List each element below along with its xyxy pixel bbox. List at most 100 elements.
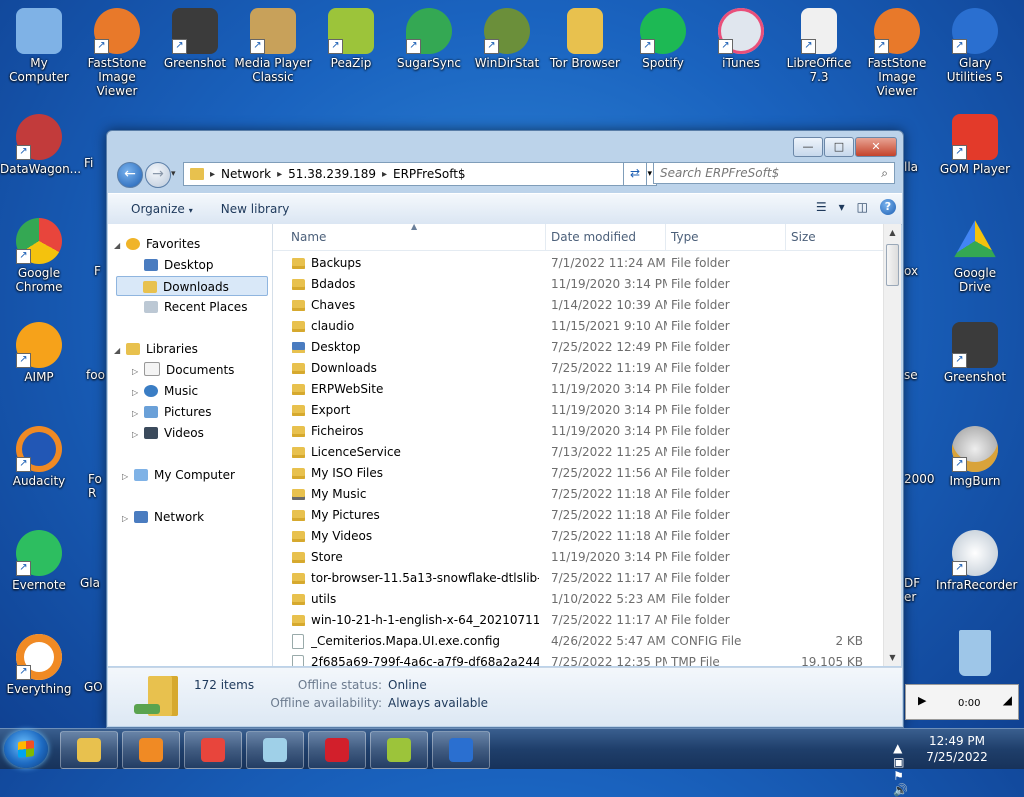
table-row[interactable]: 2f685a69-799f-4a6c-a7f9-df68a2a24457.t..… bbox=[273, 652, 883, 666]
change-view-button[interactable]: ☰ bbox=[816, 200, 827, 214]
search-input[interactable]: Search ERPFreSoft$ ⌕ bbox=[653, 162, 895, 184]
address-bar[interactable]: ▸ Network ▸ 51.38.239.189 ▸ ERPFreSoft$ … bbox=[183, 162, 657, 186]
desktop-icon-imgburn[interactable]: ↗ ImgBurn bbox=[936, 426, 1014, 488]
table-row[interactable]: Bdados 11/19/2020 3:14 PM File folder bbox=[273, 274, 883, 295]
taskbar-button-chrome[interactable] bbox=[184, 731, 242, 769]
table-row[interactable]: _Cemiterios.Mapa.UI.exe.config 4/26/2022 … bbox=[273, 631, 883, 652]
taskbar-button-glary[interactable] bbox=[432, 731, 490, 769]
desktop-icon-windirstat[interactable]: ↗ WinDirStat bbox=[468, 8, 546, 70]
desktop-icon-infrarecorder[interactable]: ↗ InfraRecorder bbox=[936, 530, 1017, 592]
nav-downloads[interactable]: Downloads bbox=[116, 276, 268, 296]
desktop-icon-sugarsync[interactable]: ↗ SugarSync bbox=[390, 8, 468, 70]
nav-network[interactable]: ▷ Network bbox=[122, 507, 204, 527]
nav-videos[interactable]: ▷ Videos bbox=[132, 423, 204, 443]
help-button[interactable]: ? bbox=[880, 199, 896, 215]
desktop-icon-evernote[interactable]: ↗ Evernote bbox=[0, 530, 78, 592]
desktop-icon-glary-utilities[interactable]: ↗ Glary Utilities 5 bbox=[936, 8, 1014, 84]
nav-music[interactable]: ▷ Music bbox=[132, 381, 198, 401]
taskbar-button-explorer[interactable] bbox=[60, 731, 118, 769]
desktop-icon-google-chrome[interactable]: ↗ Google Chrome bbox=[0, 218, 78, 294]
maximize-button[interactable]: □ bbox=[824, 137, 854, 157]
breadcrumb-share[interactable]: ERPFreSoft$ bbox=[393, 167, 466, 181]
table-row[interactable]: Downloads 7/25/2022 11:19 AM File folder bbox=[273, 358, 883, 379]
desktop-icon-datawagon[interactable]: ↗ DataWagon... bbox=[0, 114, 81, 176]
desktop-icon-audacity[interactable]: ↗ Audacity bbox=[0, 426, 78, 488]
desktop-icon-google-drive[interactable]: Google Drive bbox=[936, 218, 1014, 294]
table-row[interactable]: LicenceService 7/13/2022 11:25 AM File fol… bbox=[273, 442, 883, 463]
preview-pane-button[interactable]: ◫ bbox=[857, 200, 868, 214]
desktop-icon-aimp[interactable]: ↗ AIMP bbox=[0, 322, 78, 384]
desktop-icon-my-computer[interactable]: My Computer bbox=[0, 8, 78, 84]
desktop-icon-itunes[interactable]: ↗ iTunes bbox=[702, 8, 780, 70]
breadcrumb-network[interactable]: Network bbox=[221, 167, 271, 181]
play-icon[interactable]: ▶ bbox=[918, 694, 926, 707]
desktop-icon-faststone[interactable]: ↗ FastStone Image Viewer bbox=[78, 8, 156, 98]
column-divider[interactable] bbox=[545, 224, 546, 250]
column-name[interactable]: Name bbox=[291, 230, 326, 244]
desktop-icon-greenshot[interactable]: ↗ Greenshot bbox=[156, 8, 234, 70]
column-type[interactable]: Type bbox=[671, 230, 699, 244]
desktop-icon-faststone-2[interactable]: ↗ FastStone Image Viewer bbox=[858, 8, 936, 98]
nav-recent-places[interactable]: Recent Places bbox=[144, 297, 247, 317]
nav-favorites[interactable]: ◢ Favorites bbox=[114, 234, 200, 254]
table-row[interactable]: Backups 7/1/2022 11:24 AM File folder bbox=[273, 253, 883, 274]
minimize-button[interactable]: — bbox=[793, 137, 823, 157]
table-row[interactable]: win-10-21-h-1-english-x-64_20210711 7/25/… bbox=[273, 610, 883, 631]
table-row[interactable]: Ficheiros 11/19/2020 3:14 PM File folder bbox=[273, 421, 883, 442]
table-row[interactable]: My Videos 7/25/2022 11:18 AM File folder bbox=[273, 526, 883, 547]
table-row[interactable]: claudio 11/15/2021 9:10 AM File folder bbox=[273, 316, 883, 337]
desktop-icon-greenshot-2[interactable]: ↗ Greenshot bbox=[936, 322, 1014, 384]
table-row[interactable]: My Music 7/25/2022 11:18 AM File folder bbox=[273, 484, 883, 505]
nav-desktop[interactable]: Desktop bbox=[144, 255, 214, 275]
table-row[interactable]: Desktop 7/25/2022 12:49 PM File folder bbox=[273, 337, 883, 358]
vertical-scrollbar[interactable]: ▲ ▼ bbox=[883, 224, 901, 666]
desktop-icon-spotify[interactable]: ↗ Spotify bbox=[624, 8, 702, 70]
desktop-icon-media-player-classic[interactable]: ↗ Media Player Classic bbox=[234, 8, 312, 84]
nav-pictures[interactable]: ▷ Pictures bbox=[132, 402, 212, 422]
column-size[interactable]: Size bbox=[791, 230, 816, 244]
address-dropdown[interactable]: ▾ bbox=[647, 169, 652, 179]
expand-arrow-icon[interactable]: ▷ bbox=[132, 362, 142, 382]
desktop-icon-everything[interactable]: ↗ Everything bbox=[0, 634, 78, 696]
table-row[interactable]: My Pictures 7/25/2022 11:18 AM File folder bbox=[273, 505, 883, 526]
expand-arrow-icon[interactable]: ▷ bbox=[132, 425, 142, 445]
column-divider[interactable] bbox=[665, 224, 666, 250]
taskbar-button-media-player[interactable] bbox=[122, 731, 180, 769]
column-date-modified[interactable]: Date modified bbox=[551, 230, 636, 244]
scroll-down-arrow[interactable]: ▼ bbox=[884, 649, 901, 666]
search-icon[interactable]: ⌕ bbox=[881, 163, 888, 184]
expand-arrow-icon[interactable]: ▷ bbox=[122, 509, 132, 529]
expand-arrow-icon[interactable]: ▷ bbox=[132, 404, 142, 424]
breadcrumb-server[interactable]: 51.38.239.189 bbox=[288, 167, 376, 181]
table-row[interactable]: tor-browser-11.5a13-snowflake-dtlslib-2.… bbox=[273, 568, 883, 589]
breadcrumb-separator[interactable]: ▸ bbox=[382, 169, 387, 180]
expand-arrow-icon[interactable]: ▷ bbox=[122, 467, 132, 487]
nav-my-computer[interactable]: ▷ My Computer bbox=[122, 465, 235, 485]
view-options-dropdown[interactable]: ▾ bbox=[839, 200, 845, 214]
desktop-icon-gom-player[interactable]: ↗ GOM Player bbox=[936, 114, 1014, 176]
new-library-button[interactable]: New library bbox=[221, 202, 290, 216]
desktop-icon-libreoffice[interactable]: ↗ LibreOffice 7.3 bbox=[780, 8, 858, 84]
column-divider[interactable] bbox=[785, 224, 786, 250]
refresh-button[interactable]: ⇄ bbox=[623, 162, 647, 186]
volume-icon[interactable]: ◢ bbox=[1003, 693, 1012, 707]
breadcrumb-separator[interactable]: ▸ bbox=[277, 169, 282, 180]
nav-documents[interactable]: ▷ Documents bbox=[132, 360, 234, 380]
expand-arrow-icon[interactable]: ▷ bbox=[132, 383, 142, 403]
table-row[interactable]: ERPWebSite 11/19/2020 3:14 PM File folder bbox=[273, 379, 883, 400]
start-button[interactable] bbox=[4, 730, 48, 768]
collapse-arrow-icon[interactable]: ◢ bbox=[114, 236, 124, 256]
recent-pages-dropdown[interactable]: ▾ bbox=[171, 169, 176, 179]
collapse-arrow-icon[interactable]: ◢ bbox=[114, 341, 124, 361]
table-row[interactable]: utils 1/10/2022 5:23 AM File folder bbox=[273, 589, 883, 610]
taskbar-button-notepad[interactable] bbox=[246, 731, 304, 769]
scroll-up-arrow[interactable]: ▲ bbox=[884, 224, 901, 241]
table-row[interactable]: Chaves 1/14/2022 10:39 AM File folder bbox=[273, 295, 883, 316]
clock[interactable]: 12:49 PM 7/25/2022 bbox=[922, 733, 992, 765]
organize-button[interactable]: Organize ▾ bbox=[131, 202, 193, 216]
scroll-thumb[interactable] bbox=[886, 244, 899, 286]
nav-libraries[interactable]: ◢ Libraries bbox=[114, 339, 198, 359]
desktop-icon-tor-browser[interactable]: Tor Browser bbox=[546, 8, 624, 70]
table-row[interactable]: Store 11/19/2020 3:14 PM File folder bbox=[273, 547, 883, 568]
table-row[interactable]: Export 11/19/2020 3:14 PM File folder bbox=[273, 400, 883, 421]
